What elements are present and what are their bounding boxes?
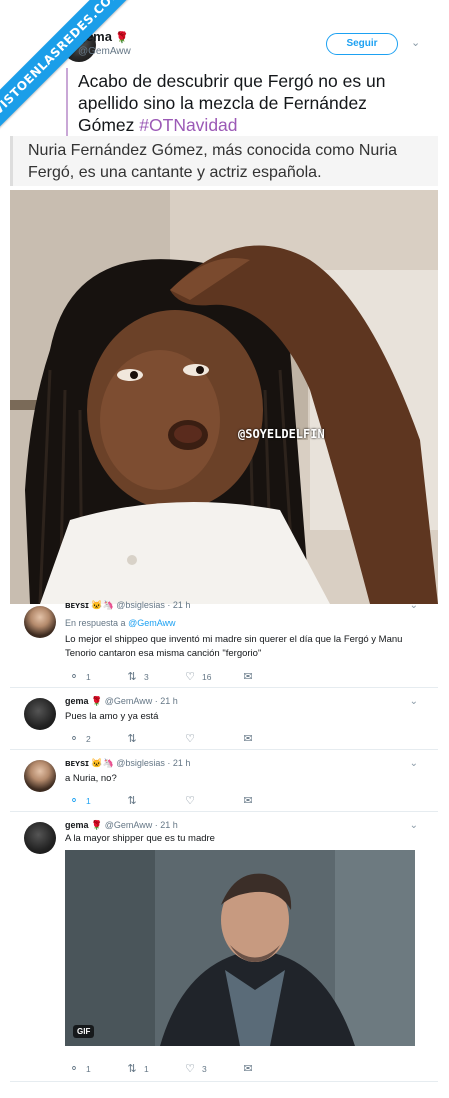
- reply-tweet: ʙᴇʏsɪ 🐱🦄 @bsiglesias · 21 h ⌄ a Nuria, n…: [10, 750, 438, 812]
- heart-icon: ♡: [185, 795, 195, 807]
- image-watermark: @SOYELDELFIN: [238, 427, 325, 441]
- retweet-action[interactable]: ⇅: [126, 794, 144, 807]
- timestamp[interactable]: 21 h: [173, 758, 191, 768]
- reply-icon: ⚬: [69, 733, 79, 745]
- envelope-icon: ✉: [243, 1063, 253, 1075]
- avatar[interactable]: [24, 760, 56, 792]
- author-handle[interactable]: @GemAww: [105, 820, 152, 830]
- like-action[interactable]: ♡: [184, 732, 202, 745]
- chevron-down-icon[interactable]: ⌄: [411, 36, 420, 49]
- reply-header: ʙᴇʏsɪ 🐱🦄 @bsiglesias · 21 h: [65, 600, 191, 610]
- reply-text: a Nuria, no?: [65, 773, 117, 784]
- reply-header: gema 🌹 @GemAww · 21 h: [65, 820, 178, 830]
- reply-text: Pues la amo y ya está: [65, 711, 159, 722]
- author-name[interactable]: gema 🌹: [78, 29, 129, 44]
- chevron-down-icon[interactable]: ⌄: [410, 758, 418, 769]
- retweet-icon: ⇅: [127, 733, 137, 745]
- reply-icon: ⚬: [69, 671, 79, 683]
- dm-action[interactable]: ✉: [242, 794, 260, 807]
- author-name[interactable]: ʙᴇʏsɪ 🐱🦄: [65, 600, 114, 610]
- heart-icon: ♡: [185, 1063, 195, 1075]
- dm-action[interactable]: ✉: [242, 670, 260, 683]
- timestamp[interactable]: 21 h: [160, 696, 178, 706]
- author-handle[interactable]: @bsiglesias: [116, 600, 165, 610]
- chevron-down-icon[interactable]: ⌄: [410, 600, 418, 611]
- reply-header: ʙᴇʏsɪ 🐱🦄 @bsiglesias · 21 h: [65, 758, 191, 768]
- reply-text: A la mayor shipper que es tu madre: [65, 833, 215, 844]
- reply-action[interactable]: ⚬ 1: [68, 794, 90, 807]
- timestamp[interactable]: 21 h: [173, 600, 191, 610]
- hashtag-link[interactable]: #OTNavidad: [139, 115, 237, 135]
- author-name[interactable]: gema 🌹: [65, 696, 102, 706]
- reply-tweet: ʙᴇʏsɪ 🐱🦄 @bsiglesias · 21 h ⌄ En respues…: [10, 598, 438, 688]
- retweet-action[interactable]: ⇅ 1: [126, 1062, 148, 1075]
- follow-button[interactable]: Seguir: [326, 33, 398, 55]
- reply-icon: ⚬: [69, 1063, 79, 1075]
- dm-action[interactable]: ✉: [242, 1062, 260, 1075]
- tweet-text: Acabo de descubrir que Fergó no es un ap…: [78, 71, 386, 135]
- envelope-icon: ✉: [243, 733, 253, 745]
- rose-icon: 🌹: [114, 32, 129, 44]
- chevron-down-icon[interactable]: ⌄: [410, 696, 418, 707]
- avatar[interactable]: [24, 698, 56, 730]
- envelope-icon: ✉: [243, 671, 253, 683]
- reply-action[interactable]: ⚬ 1: [68, 1062, 90, 1075]
- heart-icon: ♡: [185, 671, 195, 683]
- like-action[interactable]: ♡ 16: [184, 670, 211, 683]
- reply-context: En respuesta a @GemAww: [65, 618, 176, 628]
- dm-action[interactable]: ✉: [242, 732, 260, 745]
- action-bar: ⚬ 1 ⇅ 1 ♡ 3 ✉: [68, 1062, 268, 1076]
- reply-tweet: gema 🌹 @GemAww · 21 h ⌄ A la mayor shipp…: [10, 812, 438, 1082]
- reply-action[interactable]: ⚬ 2: [68, 732, 90, 745]
- heart-icon: ♡: [185, 733, 195, 745]
- retweet-action[interactable]: ⇅ 3: [126, 670, 148, 683]
- author-name[interactable]: gema 🌹: [65, 820, 102, 830]
- chevron-down-icon[interactable]: ⌄: [410, 820, 418, 831]
- reply-header: gema 🌹 @GemAww · 21 h: [65, 696, 178, 706]
- action-bar: ⚬ 2 ⇅ ♡ ✉: [68, 732, 268, 746]
- envelope-icon: ✉: [243, 795, 253, 807]
- retweet-icon: ⇅: [127, 795, 137, 807]
- action-bar: ⚬ 1 ⇅ ♡ ✉: [68, 794, 268, 808]
- retweet-icon: ⇅: [127, 1063, 137, 1075]
- retweet-action[interactable]: ⇅: [126, 732, 144, 745]
- author-handle[interactable]: @GemAww: [78, 46, 131, 57]
- avatar[interactable]: [24, 606, 56, 638]
- gif-badge: GIF: [73, 1025, 95, 1038]
- tweet-photo[interactable]: @SOYELDELFIN: [10, 190, 438, 604]
- reply-icon: ⚬: [69, 795, 79, 807]
- action-bar: ⚬ 1 ⇅ 3 ♡ 16 ✉: [68, 670, 268, 684]
- author-handle[interactable]: @GemAww: [105, 696, 152, 706]
- like-action[interactable]: ♡ 3: [184, 1062, 207, 1075]
- reply-tweet: gema 🌹 @GemAww · 21 h ⌄ Pues la amo y ya…: [10, 688, 438, 750]
- retweet-icon: ⇅: [127, 671, 137, 683]
- reply-text: Lo mejor el shippeo que inventó mi madre…: [65, 634, 403, 659]
- author-name[interactable]: ʙᴇʏsɪ 🐱🦄: [65, 758, 114, 768]
- quote-text: Nuria Fernández Gómez, más conocida como…: [28, 142, 398, 181]
- author-handle[interactable]: @bsiglesias: [116, 758, 165, 768]
- reply-to-link[interactable]: @GemAww: [128, 618, 175, 628]
- reply-action[interactable]: ⚬ 1: [68, 670, 90, 683]
- timestamp[interactable]: 21 h: [160, 820, 178, 830]
- gif-media[interactable]: GIF: [65, 850, 415, 1046]
- thread-line: [66, 68, 68, 136]
- avatar[interactable]: [24, 822, 56, 854]
- like-action[interactable]: ♡: [184, 794, 202, 807]
